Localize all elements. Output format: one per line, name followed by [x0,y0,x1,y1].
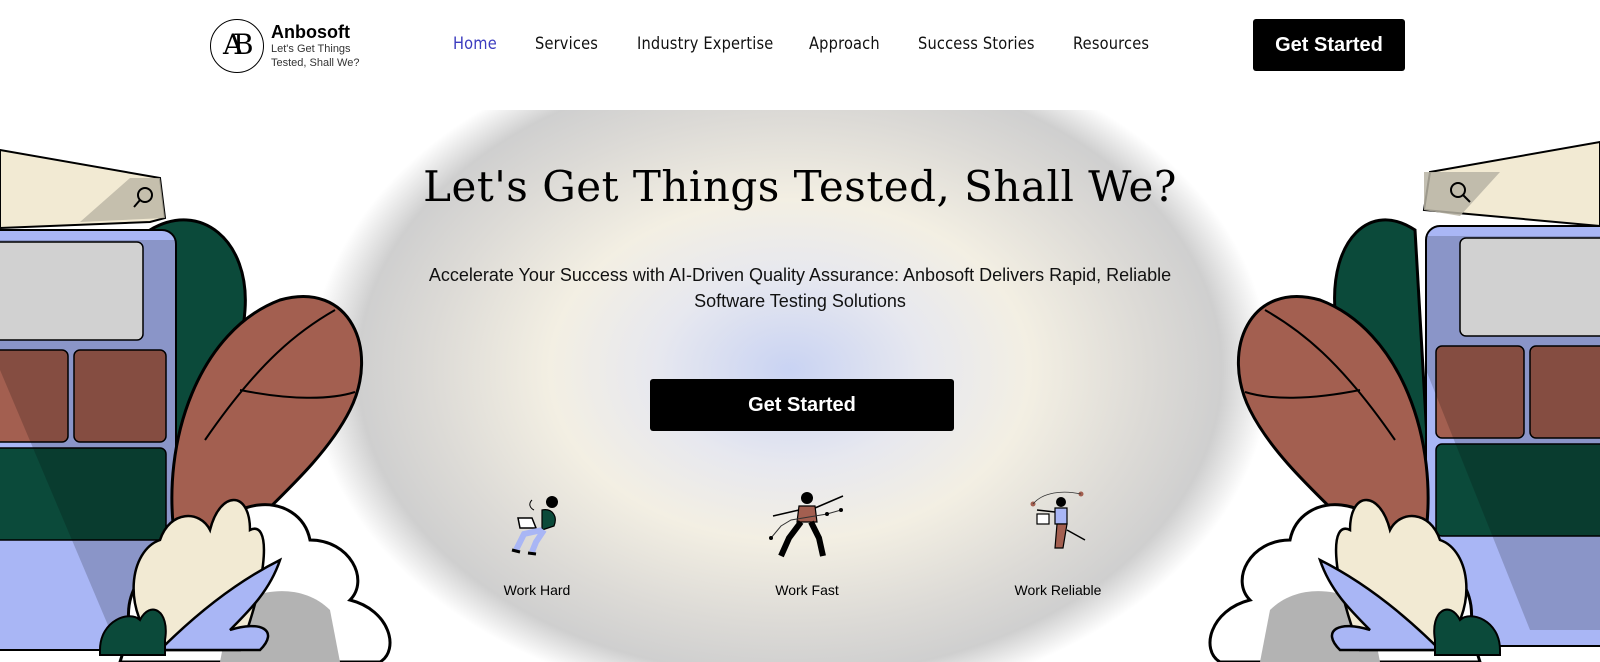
logo-mark-icon: AB [210,19,264,73]
feature-work-hard: Work Hard [467,490,607,598]
person-running-icon [769,492,844,558]
nav-industry-expertise[interactable]: Industry Expertise [637,34,773,54]
hero-section: Let's Get Things Tested, Shall We? Accel… [0,110,1600,662]
logo-text: Anbosoft Let's Get Things Tested, Shall … [271,22,371,70]
nav-resources[interactable]: Resources [1073,34,1149,54]
site-header: AB Anbosoft Let's Get Things Tested, Sha… [0,0,1600,110]
hero-subtitle: Accelerate Your Success with AI-Driven Q… [428,265,1172,311]
person-with-laptop-icon [511,496,558,556]
nav-home[interactable]: Home [453,34,497,54]
nav-approach[interactable]: Approach [809,34,880,54]
nav-services[interactable]: Services [535,34,598,54]
nav-success-stories[interactable]: Success Stories [918,34,1035,54]
feature-label: Work Hard [503,582,571,598]
feature-label: Work Fast [775,582,839,598]
header-get-started-button[interactable]: Get Started [1253,19,1405,71]
feature-work-fast: Work Fast [737,490,877,598]
feature-work-reliable: Work Reliable [988,490,1128,598]
brand-logo[interactable]: AB Anbosoft Let's Get Things Tested, Sha… [210,19,371,73]
hero-get-started-button[interactable]: Get Started [650,379,954,431]
person-juggling-icon [1030,491,1086,549]
main-nav: Home Services Industry Expertise Approac… [453,34,1185,54]
brand-name: Anbosoft [271,22,350,42]
feature-label: Work Reliable [1014,582,1102,598]
hero-title: Let's Get Things Tested, Shall We? [423,162,1177,211]
brand-tagline: Let's Get Things Tested, Shall We? [271,43,360,69]
